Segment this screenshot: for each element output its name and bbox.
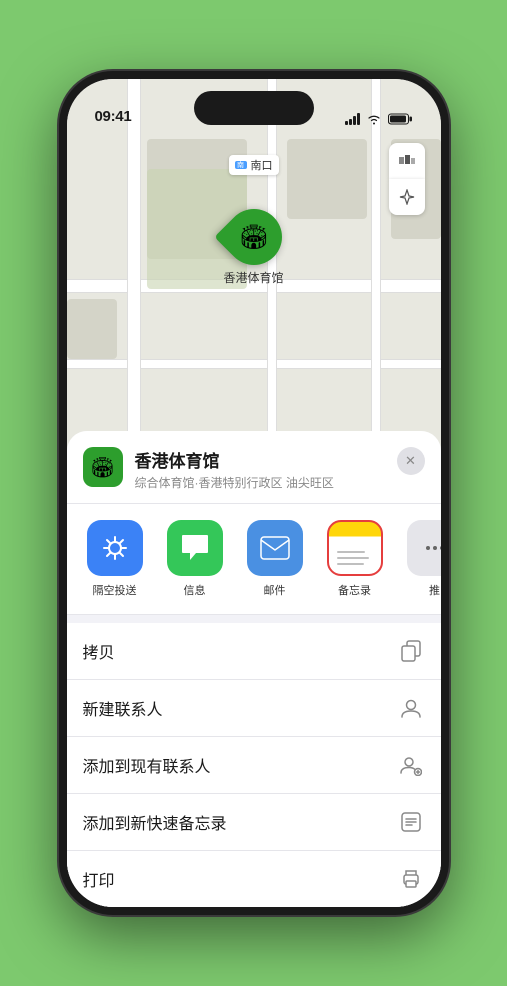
more-share-button[interactable]: 推 [399, 520, 441, 598]
messages-label: 信息 [184, 582, 206, 598]
print-label: 打印 [83, 867, 115, 891]
more-label: 推 [429, 582, 440, 598]
wifi-icon [366, 113, 382, 125]
close-icon: ✕ [405, 453, 416, 469]
battery-icon [388, 113, 413, 125]
venue-description: 综合体育馆·香港特别行政区 油尖旺区 [135, 474, 385, 491]
phone-screen: 09:41 [67, 79, 441, 907]
close-button[interactable]: ✕ [397, 447, 425, 475]
add-note-icon [397, 808, 425, 836]
new-contact-label: 新建联系人 [83, 696, 163, 720]
map-type-icon [398, 152, 416, 170]
dynamic-island [194, 91, 314, 125]
status-icons [345, 113, 413, 125]
map-label-text: 南口 [251, 157, 273, 173]
share-apps-row: 隔空投送 信息 [67, 504, 441, 615]
bottom-sheet: 🏟 香港体育馆 综合体育馆·香港特别行政区 油尖旺区 ✕ [67, 431, 441, 907]
messages-share-button[interactable]: 信息 [159, 520, 231, 598]
add-existing-contact-action[interactable]: 添加到现有联系人 [67, 737, 441, 794]
label-dot: 南 [235, 161, 247, 169]
venue-header: 🏟 香港体育馆 综合体育馆·香港特别行政区 油尖旺区 ✕ [67, 431, 441, 504]
add-note-action[interactable]: 添加到新快速备忘录 [67, 794, 441, 851]
map-north-label: 南 南口 [229, 155, 279, 175]
map-controls[interactable] [389, 143, 425, 215]
marker-label: 香港体育馆 [223, 269, 283, 286]
print-icon [397, 865, 425, 893]
marker-pin: 🏟 [214, 197, 293, 276]
add-existing-icon [397, 751, 425, 779]
copy-icon [397, 637, 425, 665]
phone-frame: 09:41 [59, 71, 449, 915]
venue-name: 香港体育馆 [135, 447, 385, 472]
copy-label: 拷贝 [83, 639, 115, 663]
signal-icon [345, 113, 360, 125]
airdrop-icon [87, 520, 143, 576]
venue-info: 香港体育馆 综合体育馆·香港特别行政区 油尖旺区 [135, 447, 385, 491]
print-action[interactable]: 打印 [67, 851, 441, 907]
map-type-button[interactable] [389, 143, 425, 179]
add-note-label: 添加到新快速备忘录 [83, 810, 227, 834]
notes-lines [329, 541, 381, 571]
location-button[interactable] [389, 179, 425, 215]
copy-action[interactable]: 拷贝 [67, 623, 441, 680]
messages-icon [167, 520, 223, 576]
mail-label: 邮件 [264, 582, 286, 598]
location-icon [399, 189, 415, 205]
status-time: 09:41 [95, 108, 132, 125]
venue-logo: 🏟 [83, 447, 123, 487]
venue-pin-icon: 🏟 [238, 223, 268, 252]
airdrop-share-button[interactable]: 隔空投送 [79, 520, 151, 598]
new-contact-action[interactable]: 新建联系人 [67, 680, 441, 737]
add-existing-label: 添加到现有联系人 [83, 753, 211, 777]
action-list: 拷贝 新建联系人 [67, 623, 441, 907]
notes-share-button[interactable]: 备忘录 [319, 520, 391, 598]
more-dots-icon [407, 520, 441, 576]
mail-icon [247, 520, 303, 576]
mail-share-button[interactable]: 邮件 [239, 520, 311, 598]
location-marker: 🏟 香港体育馆 [223, 209, 283, 286]
new-contact-icon [397, 694, 425, 722]
notes-app-icon [327, 520, 383, 576]
airdrop-label: 隔空投送 [93, 582, 137, 598]
notes-label: 备忘录 [338, 582, 371, 598]
